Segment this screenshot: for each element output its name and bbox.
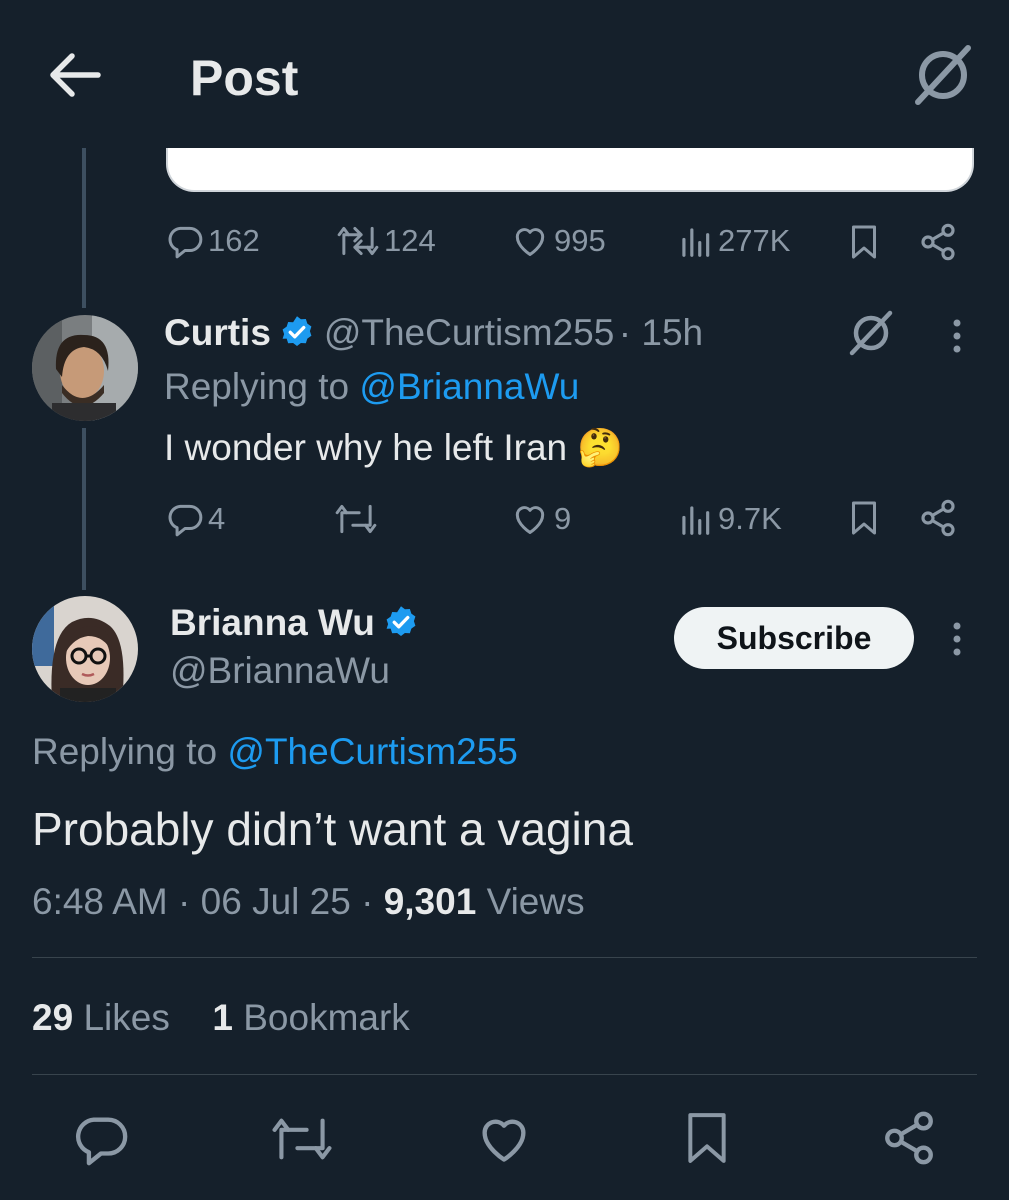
- reply-button[interactable]: [72, 1110, 130, 1168]
- views-count: 9.7K: [718, 501, 782, 536]
- replying-to-line: Replying to @BriannaWu: [164, 366, 579, 408]
- reply-body: I wonder why he left Iran: [164, 427, 568, 468]
- repost-icon: [337, 226, 379, 256]
- share-icon: [921, 499, 955, 537]
- replying-prefix: Replying to: [164, 366, 350, 407]
- repost-icon: [272, 1118, 332, 1160]
- repost-count: 124: [384, 223, 436, 258]
- divider: [32, 957, 977, 958]
- like-button[interactable]: 995: [510, 222, 606, 260]
- share-button[interactable]: [880, 1108, 938, 1168]
- reply-text: I wonder why he left Iran 🤔: [164, 425, 623, 471]
- bookmarks-label: Bookmark: [243, 997, 410, 1038]
- thread-line: [82, 428, 86, 590]
- avatar[interactable]: [32, 596, 138, 702]
- subscribe-button[interactable]: Subscribe: [674, 607, 914, 669]
- repost-button[interactable]: [270, 1110, 334, 1168]
- more-icon[interactable]: [944, 619, 970, 659]
- bookmarks-count: 1: [212, 997, 233, 1038]
- author-name[interactable]: Curtis: [164, 312, 271, 353]
- author-handle[interactable]: @TheCurtism255: [324, 312, 615, 353]
- reply-count: 162: [208, 223, 260, 258]
- thinking-face-emoji: 🤔: [577, 427, 624, 468]
- likes-stat[interactable]: 29 Likes: [32, 997, 180, 1038]
- like-icon: [515, 228, 545, 256]
- share-icon: [921, 223, 955, 261]
- reply-button[interactable]: 4: [166, 500, 225, 538]
- engagement-stats: 29 Likes 1 Bookmark: [32, 996, 410, 1040]
- bookmark-icon: [852, 225, 876, 259]
- share-button[interactable]: [918, 498, 958, 538]
- replying-to-link[interactable]: @TheCurtism255: [227, 731, 518, 772]
- replying-prefix: Replying to: [32, 731, 218, 772]
- views-button[interactable]: 9.7K: [676, 500, 782, 538]
- like-button[interactable]: 9: [510, 500, 571, 538]
- views-label: Views: [486, 881, 585, 922]
- bookmark-button[interactable]: [846, 222, 882, 262]
- replying-to-link[interactable]: @BriannaWu: [359, 366, 579, 407]
- views-count: 277K: [718, 223, 791, 258]
- post-timestamp[interactable]: 6:48 AM · 06 Jul 25 ·: [32, 881, 373, 922]
- repost-button[interactable]: 124: [336, 222, 436, 260]
- grok-icon[interactable]: [846, 310, 896, 356]
- share-icon: [885, 1111, 933, 1165]
- replying-to-line: Replying to @TheCurtism255: [32, 730, 518, 774]
- verified-icon: [386, 606, 416, 636]
- thread-line: [82, 148, 86, 308]
- author-handle[interactable]: @BriannaWu: [170, 650, 390, 692]
- reply-icon: [168, 226, 203, 259]
- like-icon: [515, 506, 545, 534]
- reply-count: 4: [208, 501, 226, 536]
- reply-author-line: Curtis @TheCurtism255 · 15h: [164, 312, 703, 362]
- views-icon: [682, 506, 710, 535]
- bookmark-button[interactable]: [846, 498, 882, 538]
- page-title: Post: [190, 50, 299, 106]
- likes-count: 29: [32, 997, 74, 1038]
- bookmarks-stat[interactable]: 1 Bookmark: [212, 997, 409, 1038]
- like-count: 995: [554, 223, 606, 258]
- avatar[interactable]: [32, 315, 138, 421]
- bookmark-icon: [688, 1113, 726, 1163]
- post-time: · 15h: [618, 312, 704, 353]
- more-icon[interactable]: [944, 316, 970, 356]
- quoted-media-card[interactable]: [166, 148, 974, 192]
- likes-label: Likes: [83, 997, 170, 1038]
- repost-icon: [335, 504, 377, 534]
- like-count: 9: [554, 501, 572, 536]
- views-count: 9,301: [383, 881, 477, 922]
- share-button[interactable]: [918, 222, 958, 262]
- bookmark-button[interactable]: [682, 1108, 732, 1168]
- author-name[interactable]: Brianna Wu: [170, 602, 375, 643]
- reply-icon: [75, 1117, 128, 1166]
- like-icon: [482, 1119, 526, 1162]
- bookmark-icon: [852, 501, 876, 535]
- verified-icon: [282, 316, 312, 346]
- post-meta-line: 6:48 AM · 06 Jul 25 · 9,301 Views: [32, 880, 585, 924]
- back-arrow-icon[interactable]: [40, 45, 106, 105]
- post-body: Probably didn’t want a vagina: [32, 803, 633, 855]
- repost-button[interactable]: [334, 500, 382, 538]
- views-button[interactable]: 277K: [676, 222, 790, 260]
- top-bar: [0, 0, 1009, 148]
- main-author-name-line: Brianna Wu: [170, 602, 419, 652]
- grok-icon[interactable]: [908, 44, 978, 106]
- like-button[interactable]: [474, 1110, 534, 1168]
- divider: [32, 1074, 977, 1075]
- views-icon: [682, 228, 710, 257]
- reply-button[interactable]: 162: [166, 222, 260, 260]
- reply-icon: [168, 504, 203, 537]
